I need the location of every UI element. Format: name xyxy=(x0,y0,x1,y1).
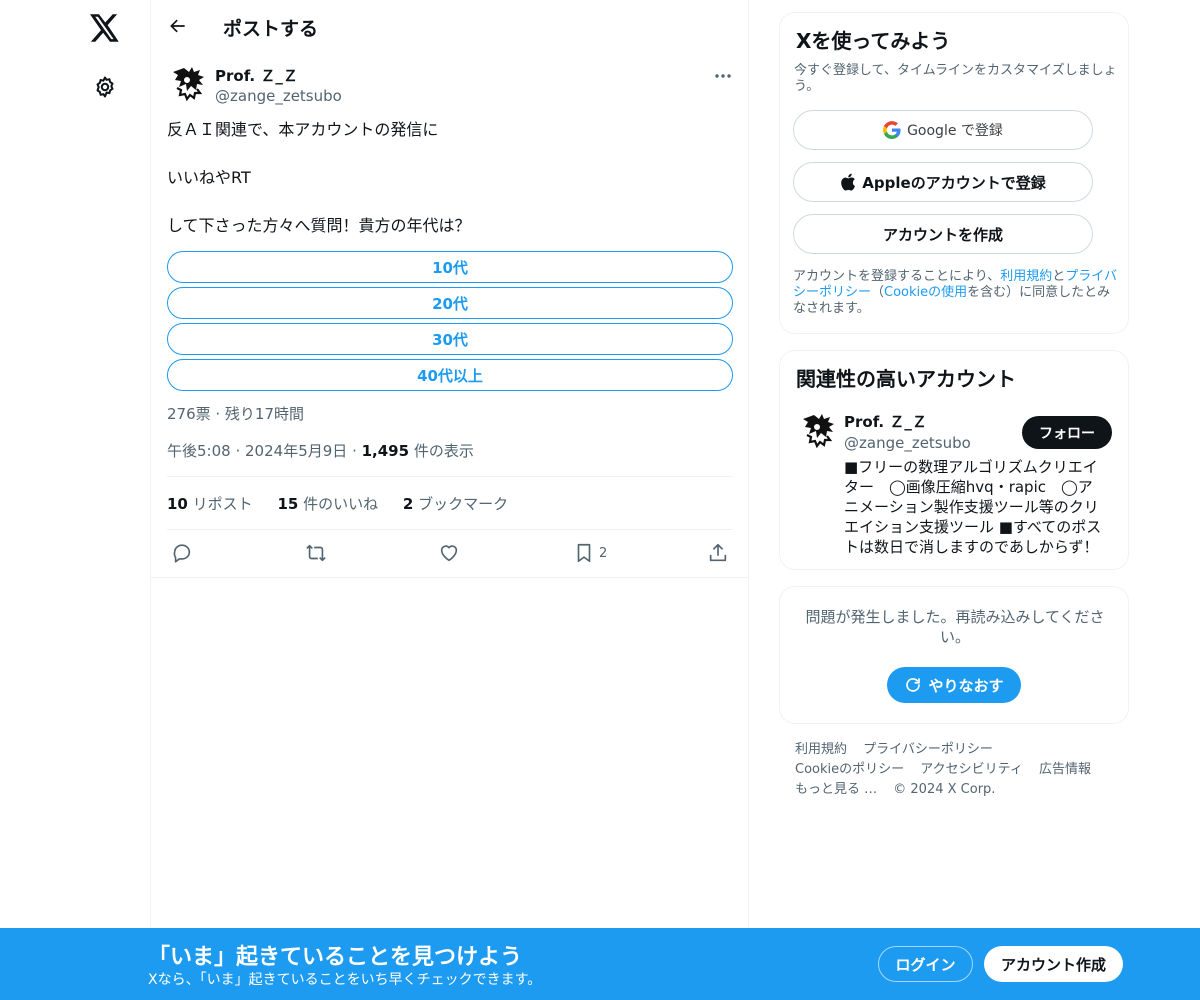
signup-card-title: Xを使ってみよう xyxy=(796,29,951,53)
post-stats: 10 リポスト 15 件のいいね 2 ブックマーク xyxy=(167,493,528,514)
post-text-line: 反ＡＩ関連で、本アカウントの発信に xyxy=(167,120,439,139)
refresh-icon xyxy=(906,678,921,692)
follow-button[interactable]: フォロー xyxy=(1022,416,1112,449)
apple-signup-label: Appleのアカウントで登録 xyxy=(862,173,1046,192)
poll-option[interactable]: 10代 xyxy=(167,251,733,283)
apple-signup-button[interactable]: Appleのアカウントで登録 xyxy=(793,162,1093,202)
poll-meta: 276票 · 残り17時間 xyxy=(167,405,305,423)
post-date[interactable]: 2024年5月9日 xyxy=(245,442,347,460)
footer-links: 利用規約 プライバシーポリシー Cookieのポリシー アクセシビリティ 広告情… xyxy=(795,740,1125,800)
footer-link-privacy[interactable]: プライバシーポリシー xyxy=(863,742,993,757)
related-account-name[interactable]: Prof. Ｚ_Ｚ xyxy=(844,411,927,432)
likes-count: 15 xyxy=(277,495,299,513)
reply-icon[interactable] xyxy=(171,538,193,568)
bookmarks-label: ブックマーク xyxy=(418,495,509,513)
likes-label: 件のいいね xyxy=(303,495,379,513)
retry-label: やりなおす xyxy=(928,676,1004,695)
terms-of-service-link[interactable]: 利用規約 xyxy=(1000,269,1052,284)
poll-option[interactable]: 20代 xyxy=(167,287,733,319)
avatar[interactable] xyxy=(797,411,837,451)
bookmarks-count: 2 xyxy=(402,495,414,513)
login-button[interactable]: ログイン xyxy=(878,946,973,982)
author-name[interactable]: Prof. Ｚ_Ｚ xyxy=(215,65,298,86)
footer-link-ads[interactable]: 広告情報 xyxy=(1039,762,1091,777)
bookmark-button[interactable]: 2 xyxy=(573,538,607,568)
divider xyxy=(167,476,733,477)
error-message: 問題が発生しました。再読み込みしてください。 xyxy=(805,608,1105,646)
bookmark-count: 2 xyxy=(599,545,608,561)
view-count: 1,495 xyxy=(361,442,410,460)
error-card: 問題が発生しました。再読み込みしてください。 やりなおす xyxy=(779,586,1129,724)
related-accounts-title: 関連性の高いアカウント xyxy=(796,367,1016,391)
separator: · xyxy=(352,442,362,460)
likes-stat[interactable]: 15 件のいいね xyxy=(277,495,378,513)
view-label: 件の表示 xyxy=(413,442,474,460)
terms-text: アカウントを登録することにより、利用規約とプライバシーポリシー（Cookieの使… xyxy=(793,269,1121,317)
signup-card: Xを使ってみよう 今すぐ登録して、タイムラインをカスタマイズしましょう。 Goo… xyxy=(779,12,1129,334)
cookie-use-link[interactable]: Cookieの使用 xyxy=(884,285,967,300)
signup-banner: 「いま」起きていることを見つけよう Xなら、「いま」起きていることをいち早くチェ… xyxy=(0,928,1200,1000)
post-actions: 2 xyxy=(167,538,733,568)
google-signup-label: Google で登録 xyxy=(907,123,1003,139)
header: ポストする xyxy=(151,0,749,54)
google-icon xyxy=(883,121,901,139)
footer-link-cookie[interactable]: Cookieのポリシー xyxy=(795,762,904,777)
avatar[interactable] xyxy=(167,64,207,104)
x-logo-icon[interactable] xyxy=(87,10,123,46)
terms-pre: アカウントを登録することにより、 xyxy=(793,269,1001,284)
banner-subtitle: Xなら、「いま」起きていることをいち早くチェックできます。 xyxy=(148,972,542,988)
poll-option[interactable]: 30代 xyxy=(167,323,733,355)
gear-icon[interactable] xyxy=(90,72,120,102)
google-signup-button[interactable]: Google で登録 xyxy=(793,110,1093,150)
page-title: ポストする xyxy=(223,18,319,40)
footer-copyright: © 2024 X Corp. xyxy=(893,782,996,797)
reposts-count: 10 xyxy=(167,495,188,513)
reposts-stat[interactable]: 10 リポスト xyxy=(167,495,253,513)
poll: 10代 20代 30代 40代以上 xyxy=(167,251,733,395)
footer-link-terms[interactable]: 利用規約 xyxy=(795,742,847,757)
reposts-label: リポスト xyxy=(192,495,253,513)
terms-paren: （ xyxy=(871,285,885,300)
divider xyxy=(151,577,749,578)
share-icon[interactable] xyxy=(707,538,729,568)
post-time[interactable]: 午後5:08 xyxy=(167,442,231,460)
poll-option[interactable]: 40代以上 xyxy=(167,359,733,391)
like-icon[interactable] xyxy=(438,538,460,568)
terms-mid: と xyxy=(1052,269,1066,284)
signup-subtitle: 今すぐ登録して、タイムラインをカスタマイズしましょう。 xyxy=(794,63,1117,94)
post-text-line: して下さった方々へ質問！貴方の年代は？ xyxy=(167,216,471,235)
left-nav xyxy=(0,0,150,1000)
footer-link-accessibility[interactable]: アクセシビリティ xyxy=(920,762,1023,777)
separator: · xyxy=(235,442,246,460)
related-accounts-card: 関連性の高いアカウント Prof. Ｚ_Ｚ @zange_zetsubo フォロ… xyxy=(779,350,1129,570)
back-arrow-icon[interactable] xyxy=(163,11,193,41)
bookmarks-stat[interactable]: 2 ブックマーク xyxy=(403,495,508,513)
post-detail-column: ポストする Prof. Ｚ_Ｚ @zange_zetsubo 反ＡＩ関連で、本ア… xyxy=(150,0,749,1000)
signup-button[interactable]: アカウント作成 xyxy=(984,946,1123,982)
post-author: Prof. Ｚ_Ｚ @zange_zetsubo xyxy=(167,64,735,108)
retry-button[interactable]: やりなおす xyxy=(887,667,1021,703)
create-account-button[interactable]: アカウントを作成 xyxy=(793,214,1093,254)
related-account-handle[interactable]: @zange_zetsubo xyxy=(844,434,971,452)
banner-title: 「いま」起きていることを見つけよう xyxy=(148,945,523,970)
post-text-line: いいねやRT xyxy=(167,168,251,187)
apple-icon xyxy=(841,173,856,191)
author-handle[interactable]: @zange_zetsubo xyxy=(215,87,342,105)
post-text: 反ＡＩ関連で、本アカウントの発信に いいねやRT して下さった方々へ質問！貴方の… xyxy=(167,118,727,238)
related-account-bio: ■フリーの数理アルゴリズムクリエイター ◯画像圧縮hvq・rapic ◯アニメー… xyxy=(844,458,1102,556)
repost-icon[interactable] xyxy=(304,538,328,568)
divider xyxy=(167,529,733,530)
footer-link-more[interactable]: もっと見る … xyxy=(795,782,877,797)
post-timestamp: 午後5:08 · 2024年5月9日 · 1,495 件の表示 xyxy=(167,440,474,461)
more-options-icon[interactable] xyxy=(711,64,735,88)
bookmark-icon xyxy=(577,543,591,563)
